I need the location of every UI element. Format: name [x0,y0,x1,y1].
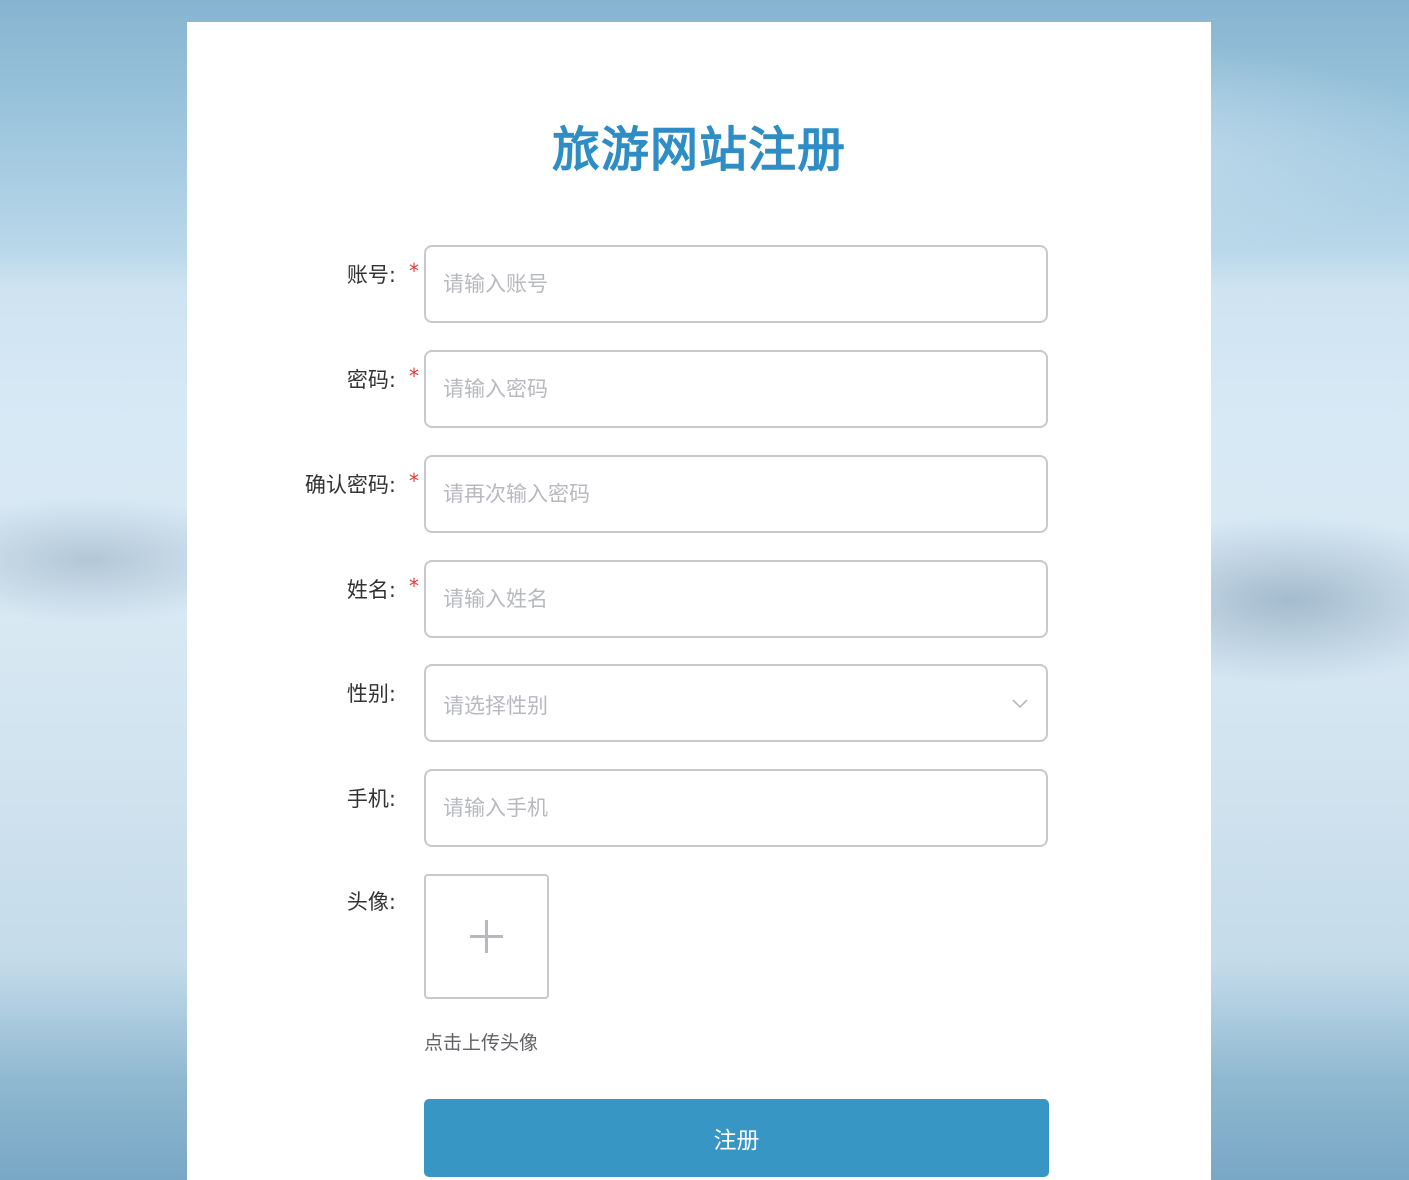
name-field[interactable] [424,560,1048,638]
form-row-phone: 手机: [187,769,1211,847]
confirm-password-label: 确认密码: [304,473,396,497]
form-row-avatar: 头像: [187,874,1211,952]
form-row-password: 密码: * [187,350,1211,428]
account-label: 账号: [346,263,396,287]
form-row-confirm-password: 确认密码: * [187,455,1211,533]
page-title: 旅游网站注册 [551,122,846,178]
required-mark: * [409,469,419,493]
phone-field[interactable] [424,769,1048,847]
gender-select-placeholder: 请选择性别 [443,694,548,718]
register-button[interactable]: 注册 [424,1099,1049,1177]
required-mark: * [409,364,419,388]
avatar-upload-button[interactable] [424,874,549,999]
confirm-password-input[interactable] [426,457,1023,531]
gender-label: 性别: [346,682,396,706]
password-label: 密码: [346,368,396,392]
register-card: 旅游网站注册 账号: * 密码: * 确认密码: * 姓名: * 性别: 请 [187,22,1211,1180]
account-field[interactable] [424,245,1048,323]
name-label: 姓名: [346,578,396,602]
confirm-password-field[interactable] [424,455,1048,533]
required-mark: * [409,259,419,283]
form-row-name: 姓名: * [187,560,1211,638]
plus-icon [470,920,503,953]
phone-input[interactable] [426,771,1023,845]
avatar-label: 头像: [346,890,396,914]
password-input[interactable] [426,352,1023,426]
password-field[interactable] [424,350,1048,428]
phone-label: 手机: [346,787,396,811]
gender-select[interactable]: 请选择性别 [424,664,1048,742]
form-row-gender: 性别: 请选择性别 [187,664,1211,742]
chevron-down-icon [1012,699,1028,709]
avatar-upload-tip: 点击上传头像 [424,1032,539,1054]
account-input[interactable] [426,247,1023,321]
required-mark: * [409,574,419,598]
form-row-account: 账号: * [187,245,1211,323]
name-input[interactable] [426,562,1023,636]
